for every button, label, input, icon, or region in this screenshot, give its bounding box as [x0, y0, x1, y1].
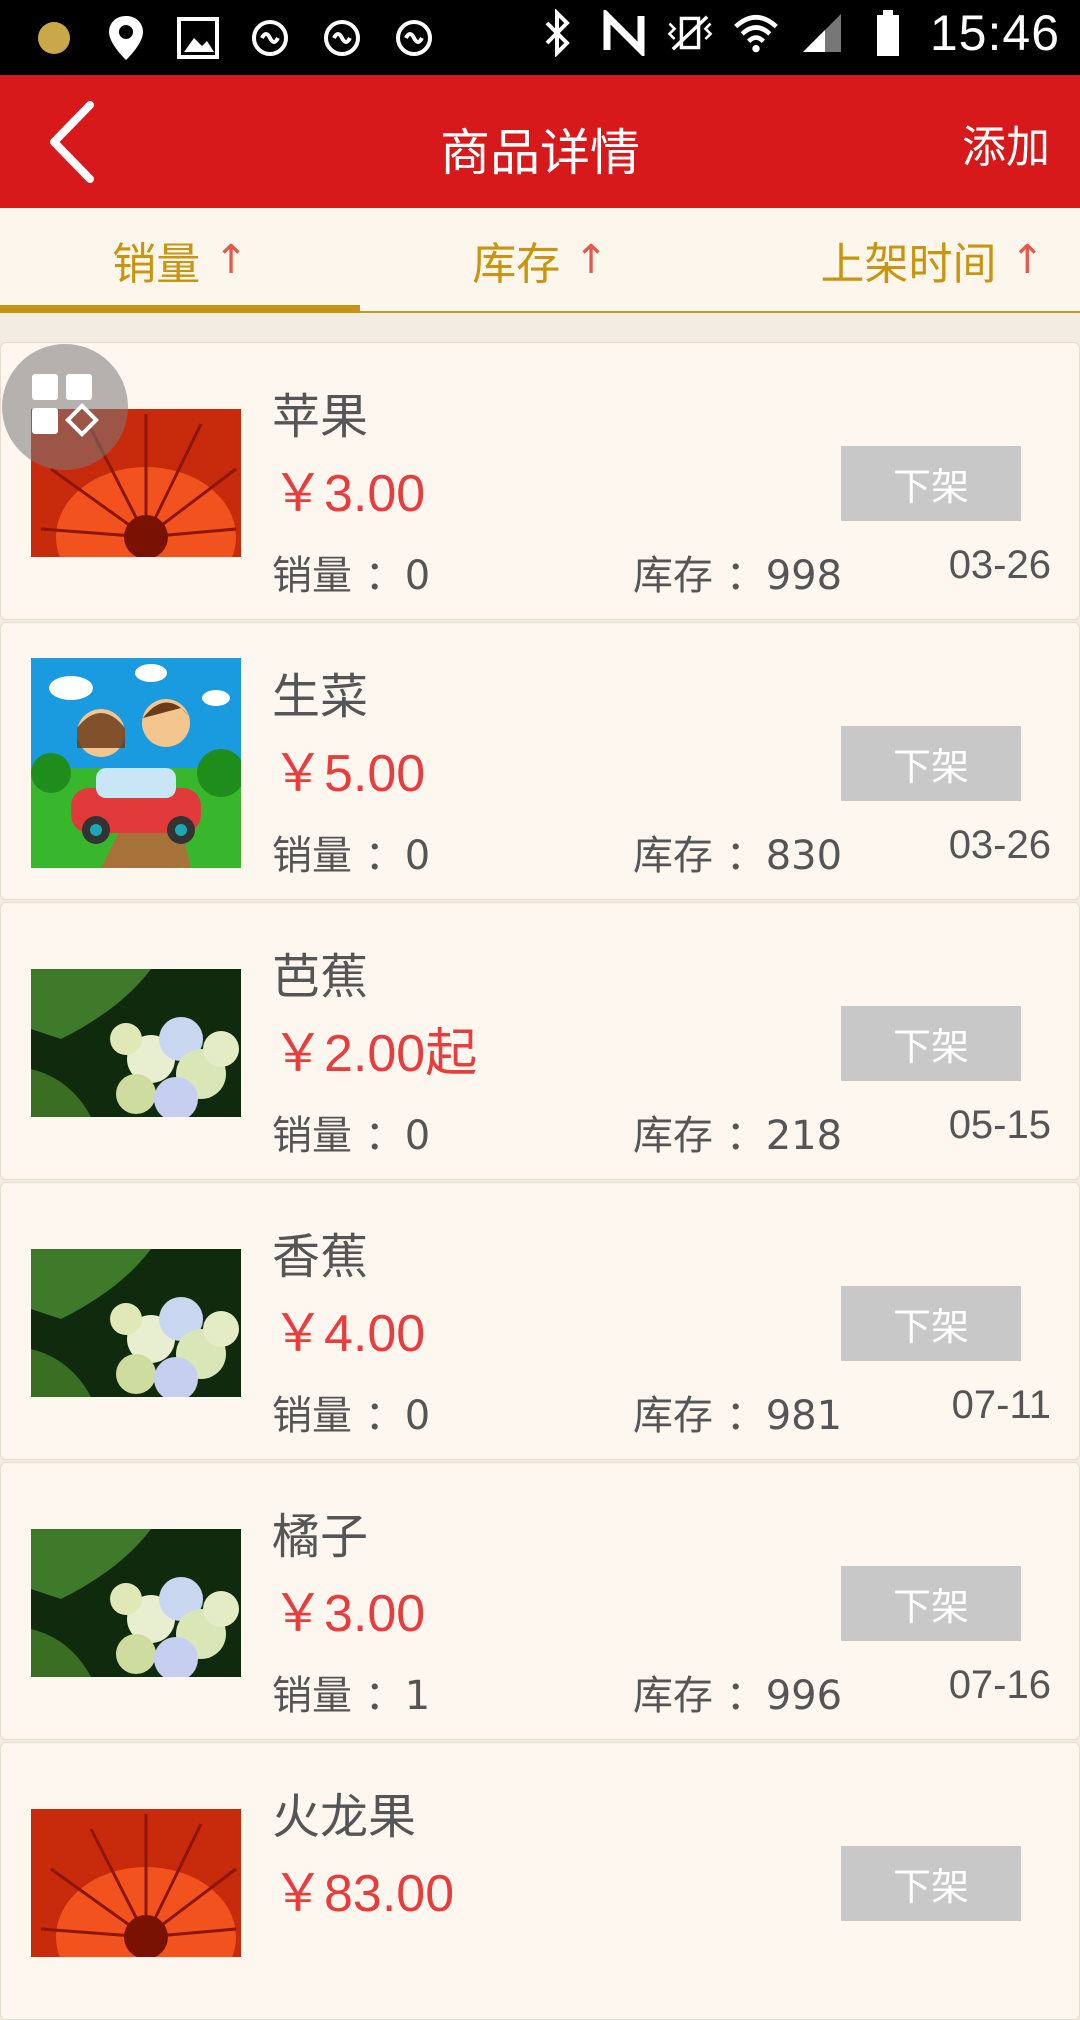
sort-tabs: 销量 ↑ 库存 ↑ 上架时间 ↑	[0, 208, 1080, 313]
tab-sales-label: 销量	[112, 238, 201, 290]
product-name: 香蕉	[272, 1229, 369, 1285]
product-stock: 库存 ：218	[633, 1113, 843, 1159]
product-price: ￥5.00	[272, 745, 426, 803]
status-icons-right: 15:46	[534, 4, 1060, 62]
product-sales: 销量 ：0	[272, 833, 431, 879]
delist-button[interactable]: 下架	[841, 1846, 1021, 1921]
delist-button[interactable]: 下架	[841, 1286, 1021, 1361]
add-button[interactable]: 添加	[962, 111, 1050, 175]
tab-listing-time-label: 上架时间	[820, 238, 997, 290]
product-date: 03-26	[948, 543, 1051, 587]
product-name: 橘子	[272, 1509, 369, 1565]
sort-arrow-icon: ↑	[1010, 236, 1044, 283]
app-header: 商品详情 添加	[0, 75, 1080, 208]
tab-stock[interactable]: 库存 ↑	[360, 208, 720, 311]
page-title: 商品详情	[440, 124, 640, 182]
active-tab-indicator	[0, 305, 360, 313]
status-icons-left	[30, 14, 438, 62]
product-sales: 销量 ：0	[272, 553, 431, 599]
product-date: 03-26	[948, 823, 1051, 867]
product-image	[31, 1809, 241, 1957]
notification-dot-icon	[30, 14, 78, 62]
battery-icon	[864, 9, 912, 57]
product-image	[31, 969, 241, 1117]
product-date: 07-11	[951, 1383, 1051, 1427]
product-image	[31, 1249, 241, 1397]
product-name: 苹果	[272, 389, 369, 445]
delist-button[interactable]: 下架	[841, 726, 1021, 801]
delist-button[interactable]: 下架	[841, 446, 1021, 521]
sort-arrow-icon: ↑	[574, 236, 608, 283]
product-card[interactable]: 橘子 ￥3.00 销量 ：1 库存 ：996 07-16 下架	[0, 1462, 1080, 1740]
link-icon	[318, 14, 366, 62]
product-price: ￥3.00	[272, 465, 426, 523]
floating-assist-button[interactable]	[2, 344, 128, 470]
location-icon	[102, 14, 150, 62]
grid-icon	[32, 374, 99, 437]
product-card[interactable]: 生菜 ￥5.00 销量 ：0 库存 ：830 03-26 下架	[0, 622, 1080, 900]
bluetooth-icon	[534, 9, 582, 57]
product-price: ￥83.00	[272, 1865, 455, 1923]
product-card[interactable]: 火龙果 ￥83.00 下架	[0, 1742, 1080, 2020]
nfc-icon	[600, 9, 648, 57]
status-time: 15:46	[929, 5, 1060, 61]
signal-icon	[798, 9, 846, 57]
product-sales: 销量 ：0	[272, 1393, 431, 1439]
vibrate-icon	[666, 9, 714, 57]
delist-button[interactable]: 下架	[841, 1566, 1021, 1641]
product-stock: 库存 ：981	[633, 1393, 843, 1439]
product-date: 05-15	[948, 1103, 1051, 1147]
product-sales: 销量 ：1	[272, 1673, 431, 1719]
link-icon	[390, 14, 438, 62]
tab-stock-label: 库存	[472, 238, 561, 290]
product-name: 生菜	[272, 669, 369, 725]
product-price: ￥2.00起	[272, 1025, 478, 1083]
product-sales: 销量 ：0	[272, 1113, 431, 1159]
product-stock: 库存 ：830	[633, 833, 843, 879]
product-card[interactable]: 苹果 ￥3.00 销量 ：0 库存 ：998 03-26 下架	[0, 342, 1080, 620]
tab-listing-time[interactable]: 上架时间 ↑	[720, 208, 1080, 311]
wifi-icon	[732, 9, 780, 57]
product-image	[31, 658, 241, 868]
link-icon	[246, 14, 294, 62]
product-price: ￥4.00	[272, 1305, 426, 1363]
image-icon	[174, 14, 222, 62]
product-name: 芭蕉	[272, 949, 369, 1005]
delist-button[interactable]: 下架	[841, 1006, 1021, 1081]
product-stock: 库存 ：996	[633, 1673, 843, 1719]
product-name: 火龙果	[272, 1789, 417, 1845]
product-stock: 库存 ：998	[633, 553, 843, 599]
product-price: ￥3.00	[272, 1585, 426, 1643]
product-image	[31, 1529, 241, 1677]
product-card[interactable]: 香蕉 ￥4.00 销量 ：0 库存 ：981 07-11 下架	[0, 1182, 1080, 1460]
product-card[interactable]: 芭蕉 ￥2.00起 销量 ：0 库存 ：218 05-15 下架	[0, 902, 1080, 1180]
tab-sales[interactable]: 销量 ↑	[0, 208, 360, 311]
status-bar: 15:46	[0, 0, 1080, 75]
product-date: 07-16	[948, 1663, 1051, 1707]
sort-arrow-icon: ↑	[214, 236, 248, 283]
